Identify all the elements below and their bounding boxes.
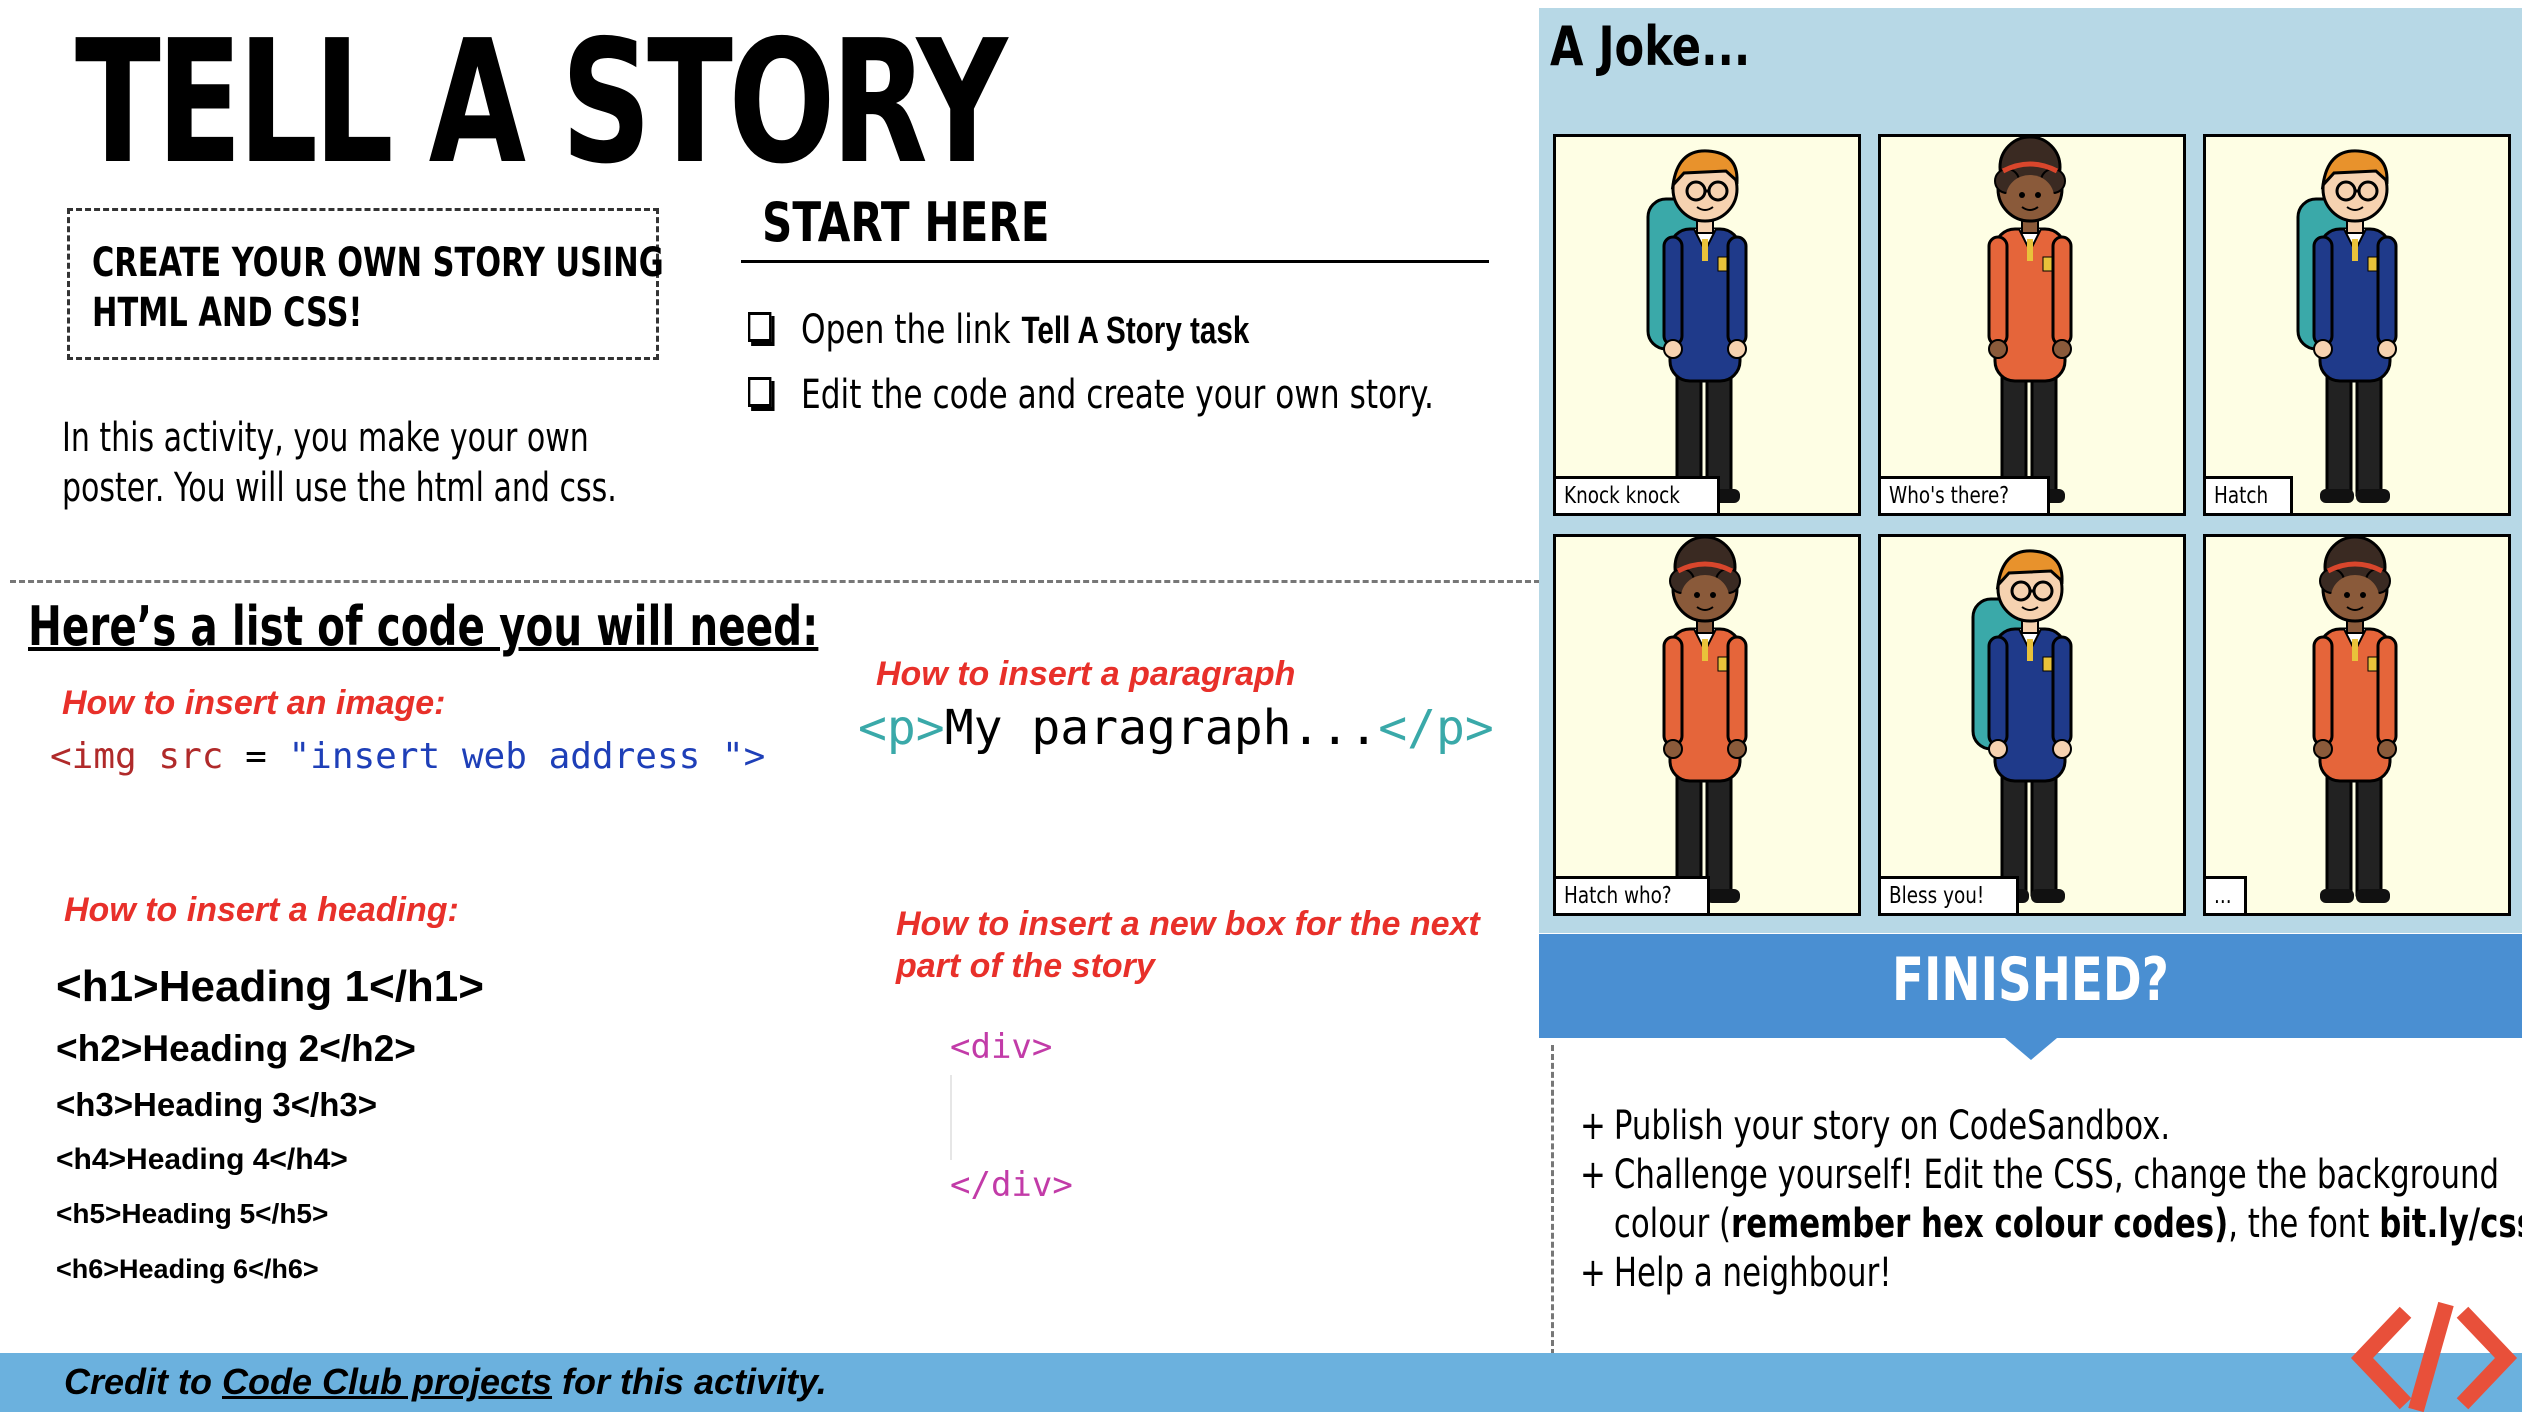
intro-para-line1: In this activity, you make your own: [62, 415, 589, 461]
finished-item2-text-c: , the font: [2228, 1201, 2380, 1247]
p-tag-close: </p>: [1378, 700, 1494, 756]
code-brackets-icon: [2350, 1301, 2518, 1412]
finished-item-challenge: + Challenge yourself! Edit the CSS, chang…: [1580, 1151, 2522, 1249]
intro-paragraph: In this activity, you make your own post…: [62, 413, 617, 513]
finished-item-help: + Help a neighbour!: [1580, 1249, 1892, 1298]
comic-caption: Bless you!: [1881, 876, 2020, 913]
footer-credit: Credit to Code Club projects for this ac…: [64, 1362, 827, 1402]
heading-example-h2: <h2>Heading 2</h2>: [56, 1028, 416, 1069]
tell-a-story-task-link[interactable]: Tell A Story task: [1022, 310, 1250, 352]
img-tag-open: <img: [50, 736, 137, 777]
heading-how-label: How to insert a heading:: [64, 891, 459, 929]
boy-character-icon: [1971, 549, 2073, 903]
div-open-code: <div>: [950, 1027, 1053, 1067]
boy-character-icon: [1646, 149, 1748, 503]
heading-example-h5: <h5>Heading 5</h5>: [56, 1198, 329, 1229]
boy-character-icon: [2296, 149, 2398, 503]
code-list-heading: Here’s a list of code you will need:: [28, 595, 819, 658]
comic-panel: Who's there?: [1878, 134, 2186, 516]
comic-panel: ...: [2203, 534, 2511, 916]
intro-box-text: CREATE YOUR OWN STORY USING HTML AND CSS…: [92, 238, 664, 338]
checkbox-icon[interactable]: [748, 377, 772, 407]
comic-caption-text: ...: [2214, 883, 2232, 909]
page-title: TELL A STORY: [75, 4, 1008, 202]
horizontal-divider: [10, 580, 1540, 583]
plus-icon: +: [1580, 1152, 1606, 1198]
comic-caption-text: Knock knock: [1564, 483, 1680, 509]
heading-example-h4: <h4>Heading 4</h4>: [56, 1143, 348, 1176]
comic-caption-text: Bless you!: [1889, 883, 1985, 909]
finished-item-publish: + Publish your story on CodeSandbox.: [1580, 1102, 2170, 1151]
comic-caption-text: Hatch: [2214, 483, 2269, 509]
footer-post: for this activity.: [552, 1361, 827, 1402]
comic-caption: ...: [2206, 876, 2247, 913]
img-tag-close: >: [743, 736, 766, 777]
p-tag-text: My paragraph...: [944, 700, 1379, 756]
comic-panel: Bless you!: [1878, 534, 2186, 916]
finished-pointer-icon: [2005, 1038, 2057, 1060]
finished-item3-text: Help a neighbour!: [1613, 1250, 1892, 1296]
plus-icon: +: [1580, 1103, 1606, 1149]
start-item2-text: Edit the code and create your own story.: [801, 372, 1434, 418]
heading-example-h6: <h6>Heading 6</h6>: [56, 1254, 319, 1284]
div-close-code: </div>: [950, 1165, 1073, 1205]
comic-panel: Hatch: [2203, 134, 2511, 516]
comic-caption: Hatch: [2206, 476, 2293, 513]
vertical-divider: [1551, 1045, 1554, 1355]
paragraph-how-label: How to insert a paragraph: [876, 655, 1296, 693]
comic-caption: Who's there?: [1881, 476, 2051, 513]
comic-panel: Hatch who?: [1553, 534, 1861, 916]
girl-character-icon: [1987, 137, 2073, 503]
comic-panel: Knock knock: [1553, 134, 1861, 516]
img-src-value: "insert web address ": [288, 736, 744, 777]
finished-title-text: FINISHED?: [1892, 945, 2169, 1015]
code-club-projects-link[interactable]: Code Club projects: [222, 1361, 552, 1402]
start-here-rule: [741, 260, 1489, 263]
heading-example-h1: <h1>Heading 1</h1>: [56, 962, 484, 1011]
finished-item2-line1: Challenge yourself! Edit the CSS, change…: [1613, 1152, 2500, 1198]
img-equals: =: [245, 736, 267, 777]
img-src-attr: src: [158, 736, 224, 777]
div-how-label: How to insert a new box for the next par…: [896, 903, 1480, 987]
finished-title: FINISHED?: [1539, 950, 2522, 1010]
p-tag-open: <p>: [858, 700, 945, 756]
paragraph-code-example: <p>My paragraph...</p>: [858, 700, 1494, 756]
girl-character-icon: [2312, 537, 2398, 903]
checkbox-icon[interactable]: [748, 312, 772, 342]
image-code-example: <img src = "insert web address ">: [50, 736, 765, 777]
plus-icon: +: [1580, 1250, 1606, 1296]
heading-example-h3: <h3>Heading 3</h3>: [56, 1086, 377, 1123]
start-item1-text: Open the link: [801, 307, 1011, 353]
comic-caption-text: Hatch who?: [1564, 883, 1672, 909]
finished-item2-text-a: colour (: [1613, 1201, 1732, 1247]
intro-para-line2: poster. You will use the html and css.: [62, 465, 617, 511]
intro-box-line2: HTML AND CSS!: [92, 290, 363, 336]
comic-caption: Knock knock: [1556, 476, 1720, 513]
comic-caption-text: Who's there?: [1889, 483, 2010, 509]
finished-item1-text: Publish your story on CodeSandbox.: [1613, 1103, 2171, 1149]
intro-box-line1: CREATE YOUR OWN STORY USING: [92, 240, 664, 286]
start-item-open-link: Open the link Tell A Story task: [748, 310, 1249, 350]
image-how-label: How to insert an image:: [62, 684, 446, 722]
cssfonts-link[interactable]: bit.ly/cssfonts: [2379, 1201, 2522, 1247]
joke-title: A Joke...: [1550, 15, 1751, 78]
finished-item2-hex-codes: remember hex colour codes): [1731, 1201, 2229, 1247]
footer-pre: Credit to: [64, 1361, 222, 1402]
div-how-line2: part of the story: [896, 947, 1155, 985]
div-how-line1: How to insert a new box for the next: [896, 905, 1480, 943]
start-item-edit-code: Edit the code and create your own story.: [748, 375, 1434, 415]
girl-character-icon: [1662, 537, 1748, 903]
start-here-title: START HERE: [762, 191, 1050, 254]
comic-caption: Hatch who?: [1556, 876, 1710, 913]
div-guide-line: [950, 1075, 952, 1160]
